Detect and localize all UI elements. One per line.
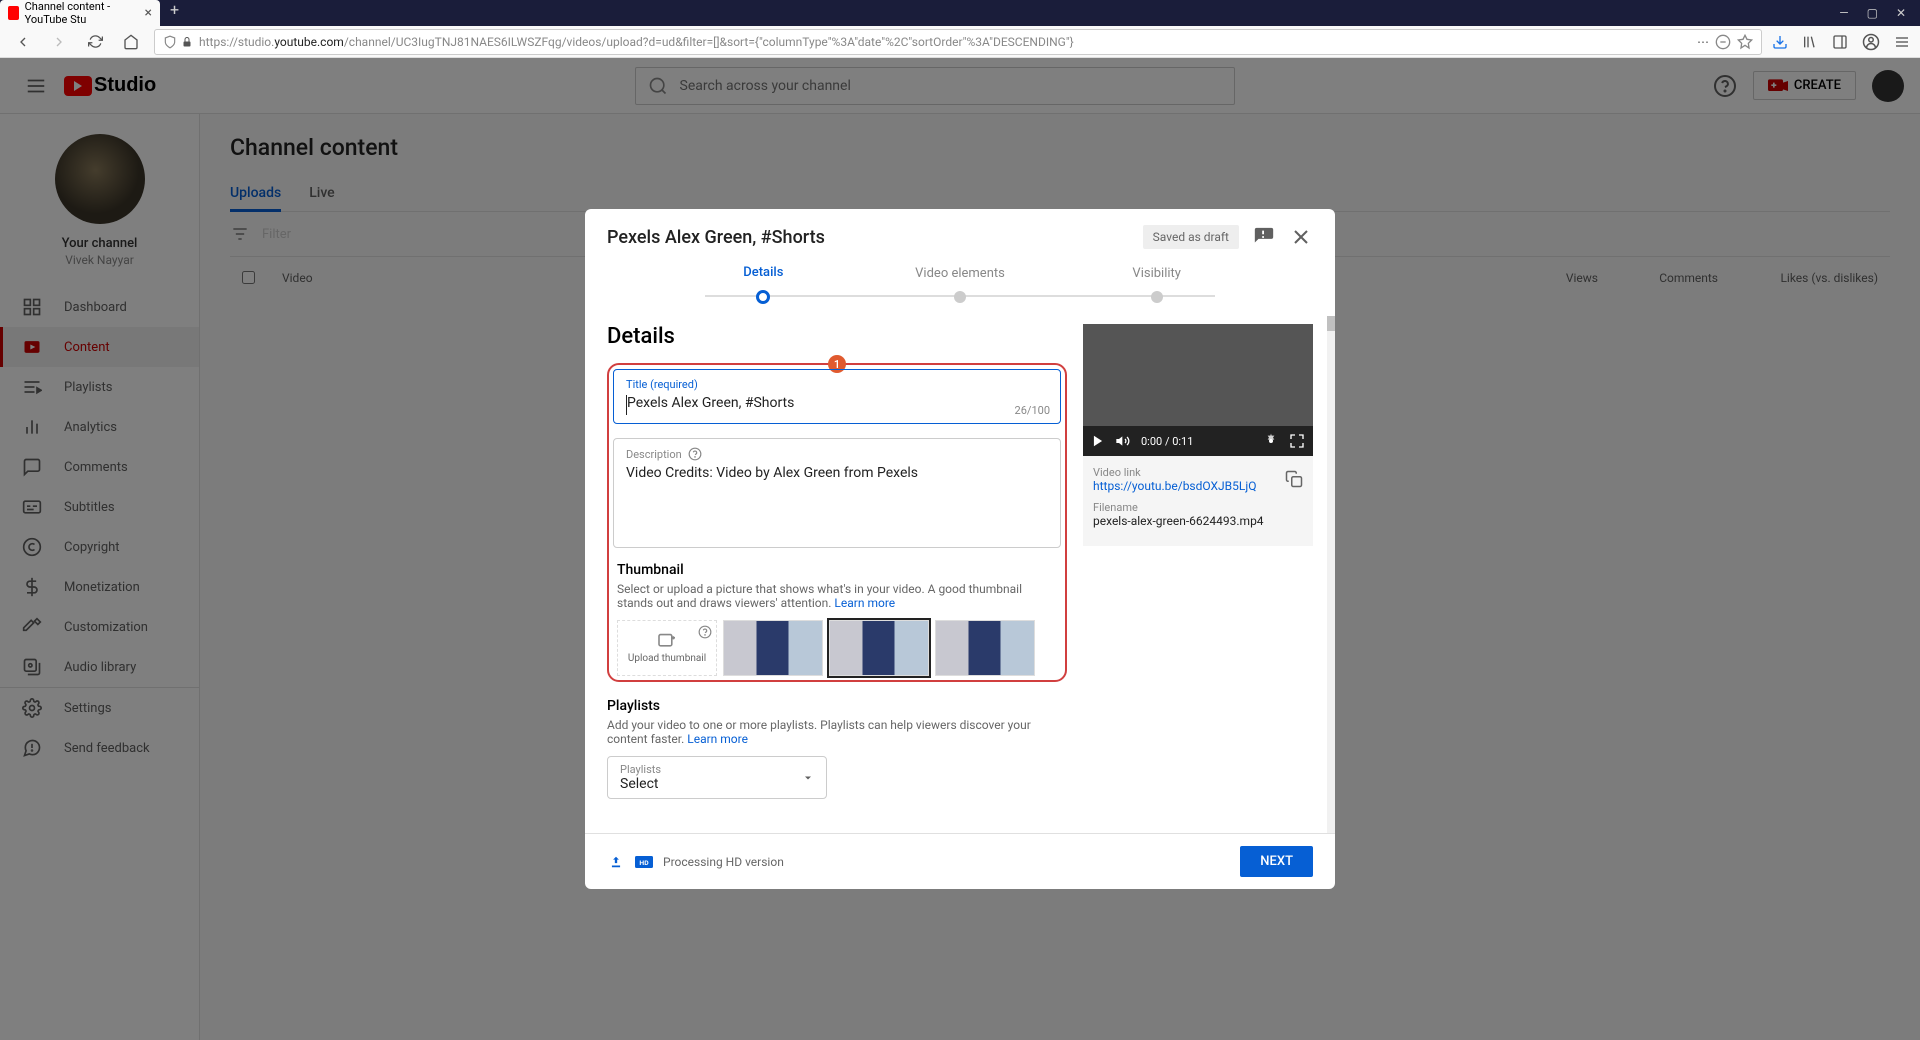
scrollbar[interactable] [1327, 316, 1335, 833]
draft-badge: Saved as draft [1143, 225, 1239, 249]
browser-tabs: Channel content - YouTube Stu × + [0, 0, 189, 26]
modal-overlay: Pexels Alex Green, #Shorts Saved as draf… [0, 58, 1920, 1040]
filename-value: pexels-alex-green-6624493.mp4 [1093, 514, 1303, 528]
maximize-icon[interactable]: ▢ [1867, 6, 1878, 20]
step-elements[interactable]: Video elements [862, 266, 1059, 303]
title-label: Title (required) [626, 378, 1048, 391]
playlist-select[interactable]: Playlists Select [607, 756, 827, 799]
processing-status: Processing HD version [663, 855, 784, 869]
video-info-panel: Video link https://youtu.be/bsdOXJB5LjQ … [1083, 456, 1313, 546]
library-icon[interactable] [1802, 34, 1818, 50]
hd-badge-icon: HD [635, 855, 653, 869]
help-icon[interactable] [698, 625, 712, 639]
next-button[interactable]: NEXT [1240, 846, 1313, 877]
browser-menu-icon[interactable] [1894, 34, 1910, 50]
copy-icon[interactable] [1285, 470, 1303, 488]
forward-button[interactable] [46, 29, 72, 55]
account-icon[interactable] [1862, 33, 1880, 51]
window-controls: — ▢ ✕ [1839, 6, 1920, 20]
dialog-body: Details 1 Title (required) Pexels Alex G… [585, 316, 1335, 833]
step-details[interactable]: Details [665, 265, 862, 304]
url-text: https://studio.youtube.com/channel/UC3Iu… [199, 35, 1691, 49]
upload-dialog: Pexels Alex Green, #Shorts Saved as draf… [585, 209, 1335, 889]
new-tab-button[interactable]: + [160, 0, 189, 26]
lock-icon [181, 36, 193, 48]
thumbnail-desc: Select or upload a picture that shows wh… [617, 582, 1057, 610]
upload-status-icon [607, 855, 625, 869]
video-controls: 0:00 / 0:11 [1083, 426, 1313, 456]
video-preview[interactable]: 0:00 / 0:11 [1083, 324, 1313, 456]
learn-more-link[interactable]: Learn more [834, 596, 895, 610]
downloads-icon[interactable] [1772, 34, 1788, 50]
address-bar[interactable]: https://studio.youtube.com/channel/UC3Iu… [154, 29, 1762, 55]
step-visibility[interactable]: Visibility [1058, 266, 1255, 303]
description-field[interactable]: Description Video Credits: Video by Alex… [613, 438, 1061, 548]
thumbnail-option-3[interactable] [935, 620, 1035, 676]
description-input[interactable]: Video Credits: Video by Alex Green from … [626, 465, 1048, 485]
thumbnail-option-2[interactable] [829, 620, 929, 676]
youtube-favicon-icon [8, 6, 19, 20]
browser-toolbar: https://studio.youtube.com/channel/UC3Iu… [0, 26, 1920, 58]
fullscreen-icon[interactable] [1289, 433, 1305, 449]
close-dialog-icon[interactable] [1289, 225, 1313, 249]
tab-title: Channel content - YouTube Stu [25, 0, 139, 26]
playlists-title: Playlists [607, 698, 1067, 714]
browser-tab-active[interactable]: Channel content - YouTube Stu × [0, 0, 160, 26]
thumbnail-option-1[interactable] [723, 620, 823, 676]
annotation-highlight: 1 Title (required) Pexels Alex Green, #S… [607, 363, 1067, 682]
details-title: Details [607, 324, 1067, 349]
dialog-feedback-icon[interactable] [1253, 226, 1275, 248]
dialog-title: Pexels Alex Green, #Shorts [607, 227, 825, 248]
thumbnail-row: Upload thumbnail [617, 620, 1057, 676]
bookmark-icon[interactable] [1737, 34, 1753, 50]
title-input[interactable]: Pexels Alex Green, #Shorts [626, 395, 1048, 415]
learn-more-link[interactable]: Learn more [687, 732, 748, 746]
reload-button[interactable] [82, 29, 108, 55]
home-button[interactable] [118, 29, 144, 55]
add-image-icon [657, 633, 677, 649]
more-icon[interactable]: ⋯ [1697, 35, 1709, 49]
chevron-down-icon [802, 772, 814, 784]
close-window-icon[interactable]: ✕ [1896, 6, 1906, 20]
stepper: Details Video elements Visibility [585, 265, 1335, 316]
upload-thumbnail-button[interactable]: Upload thumbnail [617, 620, 717, 676]
volume-icon[interactable] [1115, 433, 1131, 449]
svg-text:HD: HD [639, 859, 649, 867]
thumbnail-title: Thumbnail [617, 562, 1057, 578]
shield-icon [163, 35, 177, 49]
title-char-count: 26/100 [1015, 404, 1050, 417]
dialog-header: Pexels Alex Green, #Shorts Saved as draf… [585, 209, 1335, 265]
play-icon[interactable] [1091, 434, 1105, 448]
video-link-label: Video link [1093, 466, 1303, 479]
description-label: Description [626, 447, 1048, 461]
sidebar-icon[interactable] [1832, 34, 1848, 50]
playlists-desc: Add your video to one or more playlists.… [607, 718, 1067, 746]
back-button[interactable] [10, 29, 36, 55]
video-link[interactable]: https://youtu.be/bsdOXJB5LjQ [1093, 479, 1303, 493]
dialog-footer: HD Processing HD version NEXT [585, 833, 1335, 889]
video-time: 0:00 / 0:11 [1141, 435, 1193, 448]
settings-icon[interactable] [1263, 433, 1279, 449]
title-field[interactable]: Title (required) Pexels Alex Green, #Sho… [613, 369, 1061, 424]
minimize-icon[interactable]: — [1839, 6, 1848, 20]
close-tab-icon[interactable]: × [145, 5, 152, 21]
filename-label: Filename [1093, 501, 1303, 514]
browser-titlebar: Channel content - YouTube Stu × + — ▢ ✕ [0, 0, 1920, 26]
help-icon[interactable] [688, 447, 702, 461]
reader-icon[interactable] [1715, 34, 1731, 50]
